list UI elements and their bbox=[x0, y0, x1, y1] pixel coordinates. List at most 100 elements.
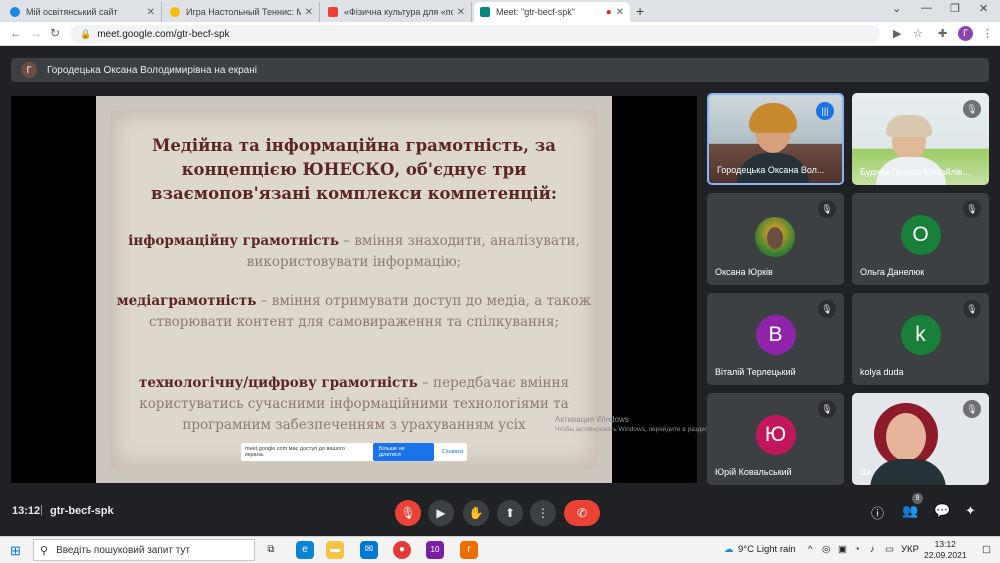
url-text: meet.google.com/gtr-becf-spk bbox=[97, 28, 230, 40]
participant-tile[interactable]: ||| Городецька Оксана Вол... bbox=[707, 93, 844, 185]
screen-share-notification: meet.google.com має доступ до вашого екр… bbox=[241, 443, 467, 461]
weather-text[interactable]: 9°C Light rain bbox=[738, 544, 796, 555]
lock-icon: 🔒 bbox=[80, 28, 92, 39]
share-notice-text: meet.google.com має доступ до вашого екр… bbox=[245, 446, 345, 458]
participant-tile[interactable]: 🎙 Оксана Юрків bbox=[707, 193, 844, 285]
tab-title: Meet: "gtr-becf-spk" bbox=[496, 7, 575, 17]
file-explorer-icon[interactable]: ▬ bbox=[326, 541, 344, 559]
mic-toggle-button[interactable]: 🎙 bbox=[395, 500, 421, 526]
volume-icon[interactable]: ♪ bbox=[870, 544, 875, 555]
meet-icon bbox=[480, 7, 490, 17]
more-options-button[interactable]: ⋮ bbox=[530, 500, 556, 526]
battery-icon[interactable]: ▭ bbox=[885, 544, 894, 555]
slide-term: технологічну/цифрову грамотність bbox=[139, 375, 418, 391]
participant-name: kolya duda bbox=[860, 367, 904, 377]
participant-tile-self[interactable]: 🎙 Ви bbox=[852, 393, 989, 485]
tray-chevron-icon[interactable]: ^ bbox=[808, 544, 812, 555]
tab-title: Мій освітянський сайт bbox=[26, 7, 118, 17]
participant-tile[interactable]: Ю 🎙 Юрій Ковальський bbox=[707, 393, 844, 485]
mic-off-icon: 🎙 bbox=[818, 200, 836, 218]
participant-tile[interactable]: 🎙 Буднак Галина Михайлів... bbox=[852, 93, 989, 185]
participant-tile[interactable]: О 🎙 Ольга Данелюк bbox=[852, 193, 989, 285]
hair-shape bbox=[749, 103, 797, 133]
browser-tab-active[interactable]: Meet: "gtr-becf-spk" ● ✕ bbox=[474, 2, 630, 22]
slide-title-line: Медійна та інформаційна грамотність, за bbox=[152, 136, 556, 155]
browser-tab[interactable]: «Фізична культура для «поколі ✕ bbox=[322, 2, 472, 22]
search-placeholder: Введіть пошуковий запит тут bbox=[56, 544, 190, 556]
extensions-icon[interactable]: ✚ bbox=[938, 27, 947, 40]
participant-tile[interactable]: В 🎙 Віталій Терлецький bbox=[707, 293, 844, 385]
mic-off-icon: 🎙 bbox=[963, 100, 981, 118]
windows-start-icon[interactable]: ⊞ bbox=[10, 543, 21, 559]
wifi-icon[interactable]: ◔ bbox=[854, 544, 860, 555]
presenter-banner-text: Городецька Оксана Володимирівна на екран… bbox=[47, 64, 257, 76]
minimize-button[interactable]: — bbox=[921, 2, 932, 14]
separator: | bbox=[40, 504, 43, 516]
face-shape bbox=[886, 413, 926, 461]
tab-search-icon[interactable]: ⌄ bbox=[892, 2, 901, 15]
new-tab-button[interactable]: + bbox=[636, 3, 644, 19]
participant-name: Ви bbox=[860, 467, 872, 477]
close-icon[interactable]: ✕ bbox=[457, 7, 465, 18]
notification-app-icon[interactable]: 10 bbox=[426, 541, 444, 559]
speaking-indicator-icon: ||| bbox=[816, 102, 834, 120]
face-shape bbox=[767, 227, 783, 249]
menu-icon[interactable]: ⋮ bbox=[982, 27, 993, 40]
browser-tab[interactable]: Мій освітянський сайт ✕ bbox=[4, 2, 162, 22]
participant-name: Городецька Оксана Вол... bbox=[717, 165, 825, 175]
browser-tab[interactable]: Игра Настольный Теннис: Мир ✕ bbox=[164, 2, 320, 22]
meeting-code: gtr-becf-spk bbox=[50, 505, 114, 517]
close-icon[interactable]: ✕ bbox=[147, 7, 155, 18]
camera-icon[interactable]: ▶ bbox=[893, 27, 901, 40]
language-indicator[interactable]: УКР bbox=[901, 544, 919, 555]
avatar: k bbox=[900, 315, 941, 355]
participant-name: Віталій Терлецький bbox=[715, 367, 796, 377]
taskbar-search-input[interactable]: ⚲ Введіть пошуковий запит тут bbox=[33, 539, 255, 561]
close-icon[interactable]: ✕ bbox=[305, 7, 313, 18]
hide-notice-button[interactable]: Сховати bbox=[442, 449, 463, 455]
back-icon[interactable]: ← bbox=[10, 26, 22, 40]
bookmark-star-icon[interactable]: ☆ bbox=[913, 27, 923, 40]
raise-hand-button[interactable]: ✋ bbox=[463, 500, 489, 526]
forward-icon[interactable]: → bbox=[30, 26, 42, 40]
tray-app-icon[interactable]: ◎ bbox=[822, 544, 830, 555]
tab-title: «Фізична культура для «поколі bbox=[344, 7, 453, 17]
meeting-details-icon[interactable]: ⓘ bbox=[871, 503, 884, 522]
avatar: Ю bbox=[755, 415, 796, 455]
task-view-icon[interactable]: ⧉ bbox=[262, 541, 280, 559]
mic-off-icon: 🎙 bbox=[818, 300, 836, 318]
app-icon[interactable]: r bbox=[460, 541, 478, 559]
site-favicon-icon bbox=[170, 7, 180, 17]
present-screen-button[interactable]: ⬆ bbox=[497, 500, 523, 526]
restore-button[interactable]: ❐ bbox=[950, 2, 960, 15]
camera-toggle-button[interactable]: ▶ bbox=[428, 500, 454, 526]
activities-icon[interactable]: ✦ bbox=[965, 503, 976, 519]
chat-icon[interactable]: 💬 bbox=[934, 503, 950, 519]
slide-term: інформаційну грамотність bbox=[128, 233, 339, 249]
participant-tile[interactable]: k 🎙 kolya duda bbox=[852, 293, 989, 385]
chrome-icon[interactable]: ● bbox=[393, 541, 411, 559]
profile-avatar[interactable]: Г bbox=[958, 26, 973, 41]
taskbar-clock[interactable]: 13:12 22.09.2021 bbox=[924, 539, 967, 561]
stop-sharing-button[interactable]: Більше не ділитися bbox=[372, 443, 434, 461]
reload-icon[interactable]: ↻ bbox=[50, 26, 60, 40]
tab-title: Игра Настольный Теннис: Мир bbox=[186, 7, 301, 17]
participants-count-badge: 9 bbox=[912, 493, 923, 504]
avatar: Г bbox=[21, 62, 37, 78]
tray-camera-icon[interactable]: ▣ bbox=[838, 544, 847, 555]
browser-tabstrip: Мій освітянський сайт ✕ Игра Настольный … bbox=[0, 0, 1000, 22]
slide-title-line: взаємопов'язані комплекси компетенцій: bbox=[151, 184, 557, 203]
close-icon[interactable]: ✕ bbox=[616, 7, 624, 18]
mail-icon[interactable]: ✉ bbox=[360, 541, 378, 559]
participant-photo bbox=[755, 217, 795, 257]
notifications-icon[interactable]: ▢ bbox=[982, 544, 991, 555]
site-favicon-icon bbox=[10, 7, 20, 17]
people-icon[interactable]: 👥 bbox=[902, 503, 918, 519]
participant-name: Юрій Ковальський bbox=[715, 467, 792, 477]
close-window-button[interactable]: ✕ bbox=[979, 2, 988, 15]
participant-name: Буднак Галина Михайлів... bbox=[860, 167, 971, 177]
shared-slide: Медійна та інформаційна грамотність, за … bbox=[96, 96, 612, 483]
end-call-button[interactable]: ✆ bbox=[564, 500, 600, 526]
edge-icon[interactable]: e bbox=[296, 541, 314, 559]
url-bar[interactable]: 🔒 meet.google.com/gtr-becf-spk bbox=[70, 25, 880, 43]
